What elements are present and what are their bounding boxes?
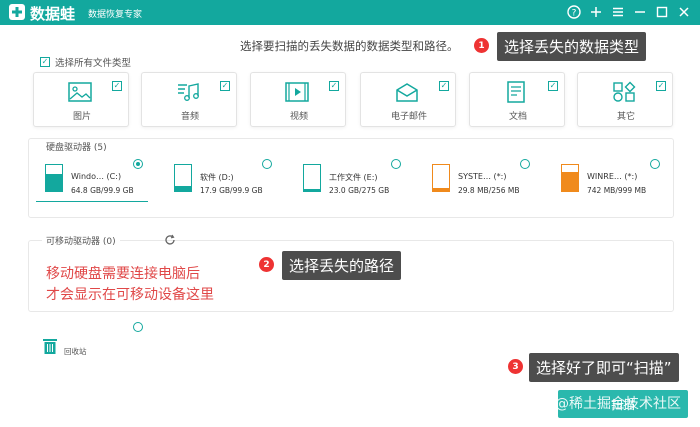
file-type-label: 音频 <box>180 112 199 122</box>
annotation-label-1: 选择丢失的数据类型 <box>497 32 647 61</box>
drive-name: Windo… (C:) <box>71 172 122 181</box>
hard-drive-title: 硬盘驱动器 (5) <box>46 143 107 153</box>
file-type-label: 文档 <box>508 112 527 122</box>
annotation-number-2: 2 <box>259 257 274 272</box>
frog-logo-icon <box>9 4 25 20</box>
drive-usage-fill <box>175 186 191 191</box>
file-type-card-document[interactable]: ✓ 文档 <box>469 72 565 127</box>
drive-icon <box>432 164 450 192</box>
drive-radio-winre[interactable] <box>650 159 660 169</box>
app-name: 数据蛙 <box>30 5 76 23</box>
drive-radio-c[interactable] <box>133 159 143 169</box>
drive-radio-system[interactable] <box>520 159 530 169</box>
menu-icon[interactable] <box>610 3 626 21</box>
drive-size: 29.8 MB/256 MB <box>458 186 520 195</box>
file-type-label: 其它 <box>616 112 635 122</box>
svg-text:?: ? <box>572 9 577 19</box>
maximize-icon[interactable] <box>654 3 670 21</box>
recycle-bin-item[interactable] <box>42 337 58 355</box>
drive-name: WINRE… (*:) <box>587 172 638 181</box>
title-bar: 数据蛙 数据恢复专家 ? <box>0 0 700 25</box>
trash-icon <box>43 339 57 354</box>
drive-name: 工作文件 (E:) <box>329 173 378 182</box>
drive-usage-fill <box>562 171 578 191</box>
file-type-card-audio[interactable]: ✓ 音频 <box>141 72 237 127</box>
removable-note-line2: 才会显示在可移动设备这里 <box>46 287 214 303</box>
drive-icon <box>561 164 579 192</box>
document-icon <box>507 81 525 103</box>
drive-icon <box>45 164 63 192</box>
drive-name: 软件 (D:) <box>200 173 234 182</box>
removable-note-line1: 移动硬盘需要连接电脑后 <box>46 266 200 282</box>
drive-size: 742 MB/999 MB <box>587 186 647 195</box>
select-all-checkbox[interactable]: ✓ 选择所有文件类型 <box>40 55 131 69</box>
file-type-card-image[interactable]: ✓ 图片 <box>33 72 129 127</box>
file-type-checkbox[interactable]: ✓ <box>329 81 339 91</box>
image-icon <box>68 82 92 102</box>
removable-drive-title: 可移动驱动器 (0) <box>42 234 120 247</box>
file-type-list: ✓ 图片 ✓ 音频 ✓ 视频 ✓ 电子邮件 ✓ 文档 ✓ 其它 <box>33 72 673 128</box>
drive-size: 23.0 GB/275 GB <box>329 186 390 195</box>
mail-icon <box>396 83 418 102</box>
annotation-number-3: 3 <box>508 359 523 374</box>
recycle-bin-label: 回收站 <box>64 347 87 356</box>
instruction-text: 选择要扫描的丢失数据的数据类型和路径。 <box>240 39 459 53</box>
file-type-card-email[interactable]: ✓ 电子邮件 <box>360 72 456 127</box>
drive-usage-fill <box>46 174 62 191</box>
drive-usage-fill <box>304 188 320 191</box>
minimize-icon[interactable] <box>632 3 648 21</box>
help-icon[interactable]: ? <box>566 3 582 21</box>
checkbox-icon[interactable]: ✓ <box>40 57 50 67</box>
file-type-checkbox[interactable]: ✓ <box>656 81 666 91</box>
watermark: @稀土掘金技术社区 <box>555 396 681 412</box>
select-all-label: 选择所有文件类型 <box>55 58 132 69</box>
drive-size: 64.8 GB/99.9 GB <box>71 186 134 195</box>
annotation-label-3: 选择好了即可“扫描” <box>529 353 679 382</box>
file-type-label: 图片 <box>72 112 91 122</box>
drive-radio-d[interactable] <box>262 159 272 169</box>
music-icon <box>178 83 199 101</box>
file-type-label: 视频 <box>289 112 308 122</box>
annotation-number-1: 1 <box>474 38 489 53</box>
file-type-card-other[interactable]: ✓ 其它 <box>577 72 673 127</box>
window-controls: ? <box>566 3 692 21</box>
drive-usage-fill <box>433 187 449 191</box>
other-icon <box>613 81 636 102</box>
file-type-checkbox[interactable]: ✓ <box>548 81 558 91</box>
drive-icon <box>303 164 321 192</box>
file-type-checkbox[interactable]: ✓ <box>112 81 122 91</box>
refresh-icon[interactable] <box>164 234 176 246</box>
annotation-label-2: 选择丢失的路径 <box>282 251 402 280</box>
drive-name: SYSTE… (*:) <box>458 172 507 181</box>
close-icon[interactable] <box>676 3 692 21</box>
file-type-card-video[interactable]: ✓ 视频 <box>250 72 346 127</box>
file-type-label: 电子邮件 <box>390 112 427 122</box>
plus-icon[interactable] <box>588 3 604 21</box>
video-icon <box>285 82 309 102</box>
drive-radio-e[interactable] <box>391 159 401 169</box>
app-subtitle: 数据恢复专家 <box>88 10 143 20</box>
file-type-checkbox[interactable]: ✓ <box>439 81 449 91</box>
drive-size: 17.9 GB/99.9 GB <box>200 186 263 195</box>
recycle-bin-radio[interactable] <box>133 322 143 332</box>
drive-icon <box>174 164 192 192</box>
file-type-checkbox[interactable]: ✓ <box>220 81 230 91</box>
selected-drive-underline <box>36 201 148 202</box>
